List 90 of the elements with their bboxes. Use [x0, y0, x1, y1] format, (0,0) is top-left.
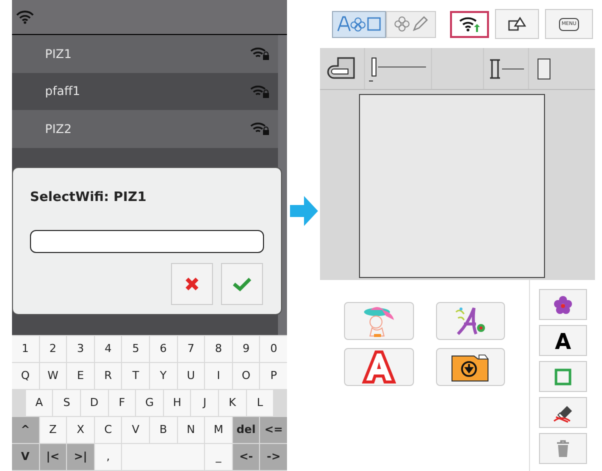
- key[interactable]: W: [40, 363, 66, 389]
- network-row[interactable]: PIZ2: [12, 110, 278, 148]
- key[interactable]: V: [122, 417, 149, 443]
- key[interactable]: G: [136, 390, 163, 416]
- key[interactable]: T: [122, 363, 149, 389]
- key[interactable]: V: [12, 444, 39, 470]
- square-icon: [554, 368, 572, 386]
- mode-tab[interactable]: [332, 10, 386, 38]
- key[interactable]: P: [260, 363, 287, 389]
- key[interactable]: F: [108, 390, 136, 416]
- letter-a-icon: [554, 332, 572, 350]
- key[interactable]: ->: [260, 444, 287, 470]
- key[interactable]: 3: [67, 336, 94, 362]
- wifi-icon: [16, 10, 34, 24]
- eraser-button[interactable]: [538, 397, 586, 428]
- key[interactable]: O: [232, 363, 260, 389]
- key[interactable]: C: [94, 417, 122, 443]
- network-row[interactable]: PIZ1: [12, 35, 278, 72]
- outlined-letter-icon: [362, 350, 396, 384]
- key[interactable]: 0: [260, 336, 287, 362]
- locked-wifi-icon: [250, 84, 270, 99]
- key[interactable]: <=: [260, 417, 287, 443]
- letter-button[interactable]: [538, 325, 586, 356]
- key[interactable]: 8: [205, 336, 232, 362]
- wifi-button[interactable]: [450, 10, 489, 38]
- key[interactable]: K: [219, 390, 246, 416]
- key[interactable]: 4: [94, 336, 122, 362]
- square-button[interactable]: [538, 361, 586, 392]
- wifi-upload-icon: [458, 15, 482, 33]
- dialog-title: SelectWifi: PIZ1: [30, 189, 148, 207]
- key[interactable]: U: [178, 363, 204, 389]
- key[interactable]: J: [191, 390, 218, 416]
- key[interactable]: N: [178, 417, 204, 443]
- design-button[interactable]: [344, 302, 414, 340]
- key[interactable]: 5: [122, 336, 149, 362]
- key[interactable]: S: [53, 390, 80, 416]
- lady-hat-icon: [362, 304, 396, 338]
- network-name: pfaff1: [45, 83, 80, 100]
- shapes-button[interactable]: [495, 9, 539, 39]
- mode-tab[interactable]: [386, 10, 436, 38]
- bobbin-thread-icon: [487, 56, 525, 80]
- cancel-button[interactable]: [171, 262, 213, 304]
- key[interactable]: E: [67, 363, 94, 389]
- close-icon: [184, 276, 200, 292]
- key[interactable]: Z: [40, 417, 66, 443]
- network-row[interactable]: pfaff1: [12, 72, 278, 110]
- letter-flower-square-icon: [337, 16, 381, 32]
- key[interactable]: H: [164, 390, 190, 416]
- key[interactable]: R: [94, 363, 122, 389]
- decorative-letter-button[interactable]: [436, 302, 505, 340]
- load-file-button[interactable]: [436, 348, 505, 386]
- key[interactable]: ^: [12, 417, 39, 443]
- key[interactable]: _: [205, 444, 232, 470]
- key[interactable]: X: [67, 417, 94, 443]
- key[interactable]: D: [81, 390, 108, 416]
- key[interactable]: <-: [232, 444, 260, 470]
- trash-icon: [556, 440, 570, 458]
- key[interactable]: L: [246, 390, 274, 416]
- key[interactable]: B: [150, 417, 177, 443]
- text-button[interactable]: [344, 348, 414, 386]
- key[interactable]: 2: [40, 336, 66, 362]
- key[interactable]: I: [205, 363, 232, 389]
- confirm-button[interactable]: [221, 262, 263, 304]
- checkmark-icon: [232, 276, 252, 292]
- key[interactable]: Q: [12, 363, 39, 389]
- network-name: PIZ1: [45, 46, 72, 63]
- needle-thread-icon: [368, 54, 428, 82]
- flower-pencil-icon: [394, 16, 428, 32]
- key[interactable]: 1: [12, 336, 39, 362]
- delete-button[interactable]: [538, 433, 586, 464]
- key[interactable]: A: [26, 390, 52, 416]
- arrow-icon: [290, 196, 318, 226]
- flower-button[interactable]: [538, 289, 586, 320]
- key[interactable]: 9: [232, 336, 260, 362]
- key[interactable]: M: [205, 417, 232, 443]
- network-name: PIZ2: [45, 120, 72, 138]
- locked-wifi-icon: [250, 46, 270, 62]
- flower-icon: [554, 296, 572, 314]
- shapes-icon: [507, 16, 527, 32]
- key[interactable]: >|: [67, 444, 94, 470]
- locked-wifi-icon: [250, 121, 270, 136]
- key[interactable]: ,: [94, 444, 122, 470]
- key[interactable]: del: [232, 417, 260, 443]
- password-field[interactable]: [30, 230, 264, 252]
- key[interactable]: Y: [150, 363, 177, 389]
- key[interactable]: 6: [150, 336, 177, 362]
- key[interactable]: 7: [178, 336, 204, 362]
- folder-download-icon: [451, 352, 490, 382]
- hoop-icon: [537, 58, 551, 80]
- key[interactable]: |<: [40, 444, 66, 470]
